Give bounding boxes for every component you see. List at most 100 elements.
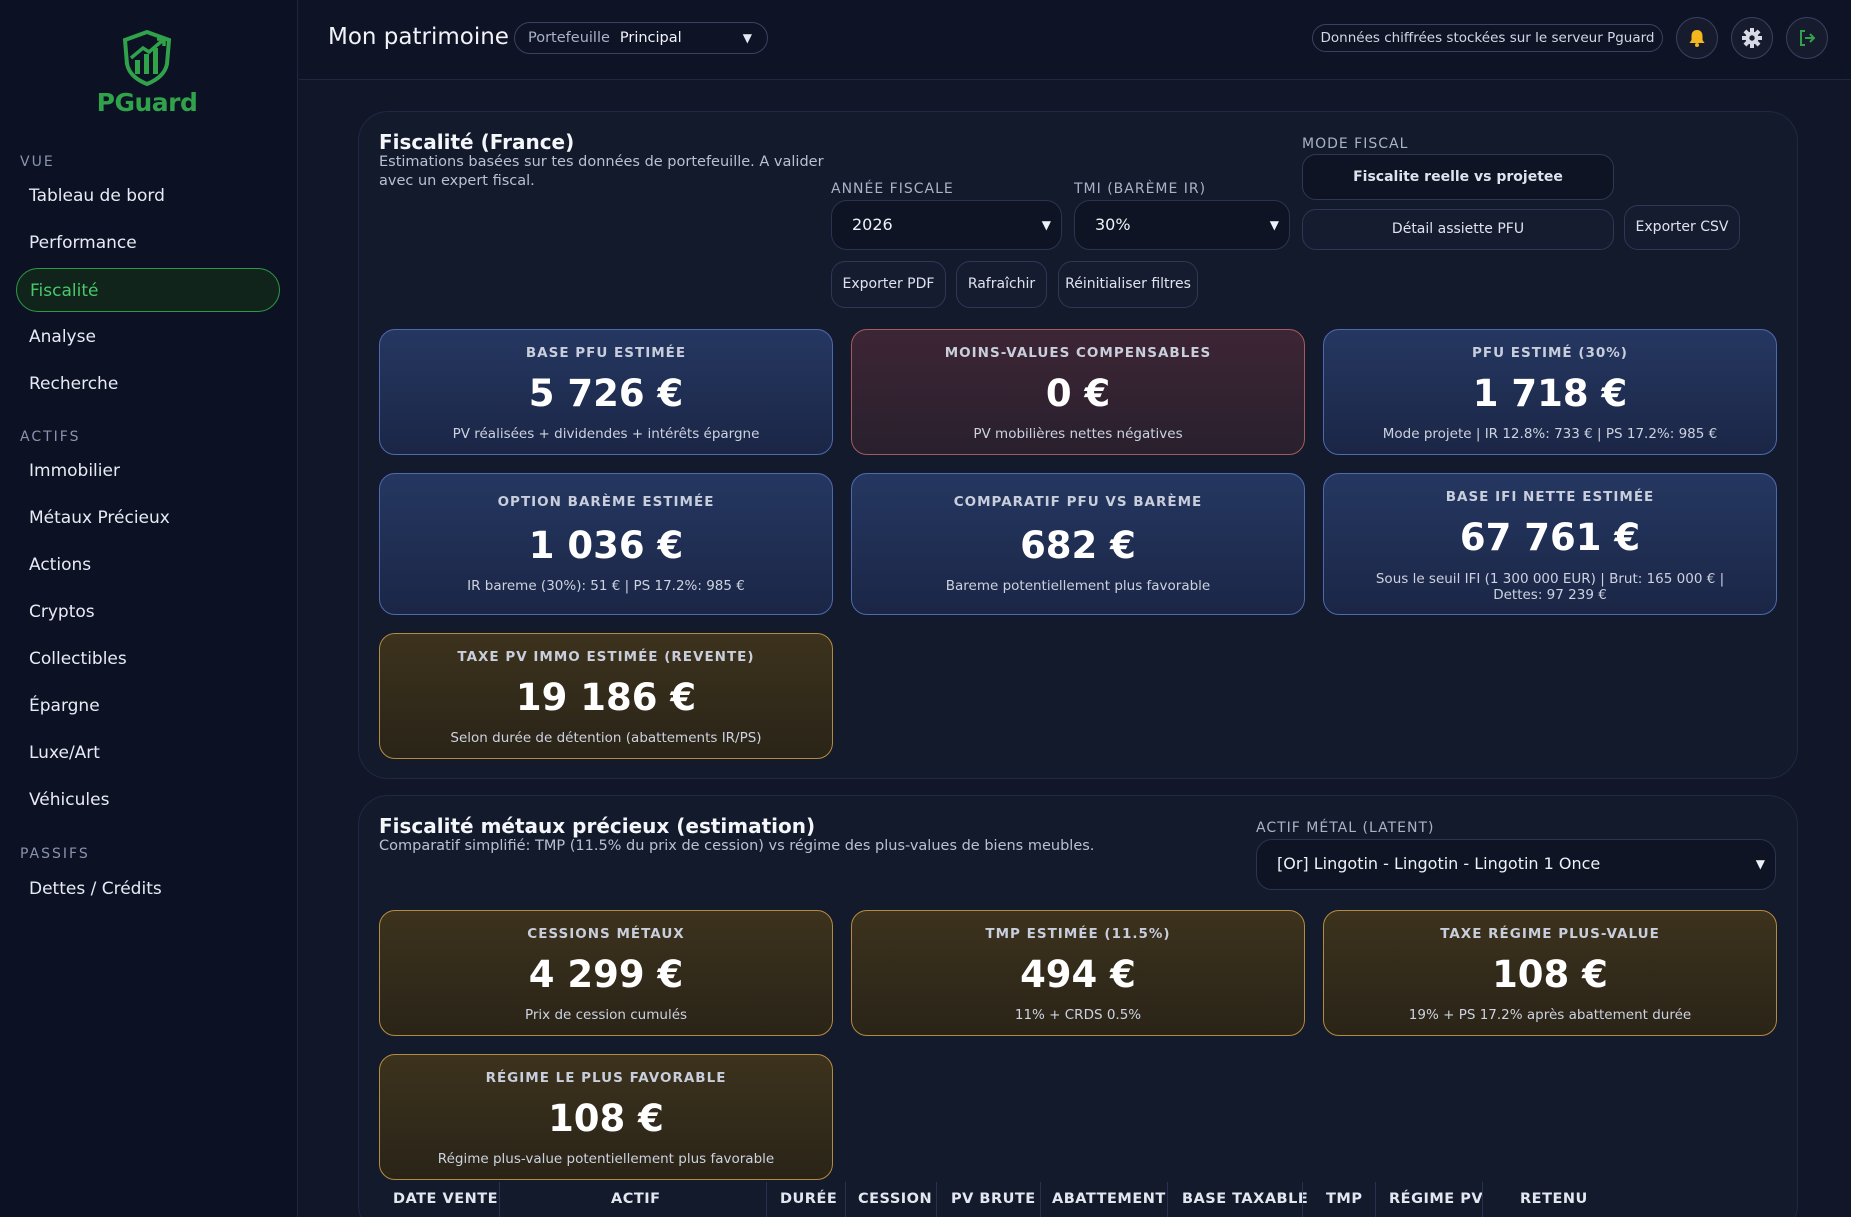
- sidebar-item-epargne[interactable]: Épargne: [16, 684, 280, 728]
- column-divider: [1040, 1182, 1041, 1217]
- column-header[interactable]: BASE TAXABLE: [1182, 1191, 1308, 1207]
- logout-icon: [1800, 30, 1816, 46]
- fiscal-subtitle: Estimations basées sur tes données de po…: [379, 154, 824, 189]
- card-label: BASE IFI NETTE ESTIMÉE: [1445, 489, 1655, 505]
- card-note: Régime plus-value potentiellement plus f…: [437, 1151, 775, 1167]
- app-name: PGuard: [96, 88, 198, 117]
- best-regime-card: RÉGIME LE PLUS FAVORABLE 108 € Régime pl…: [379, 1054, 833, 1180]
- chevron-down-icon: ▼: [1755, 857, 1765, 871]
- pfu-detail-button[interactable]: Détail assiette PFU: [1302, 209, 1614, 250]
- column-header[interactable]: ACTIF: [611, 1191, 661, 1207]
- shield-chart-icon: [122, 30, 172, 86]
- column-header[interactable]: CESSION: [858, 1191, 932, 1207]
- pv-regime-tax-card: TAXE RÉGIME PLUS-VALUE 108 € 19% + PS 17…: [1323, 910, 1777, 1036]
- card-note: Mode projete | IR 12.8%: 733 € | PS 17.2…: [1382, 426, 1718, 442]
- sidebar-item-vehicules[interactable]: Véhicules: [16, 778, 280, 822]
- sidebar-item-collectibles[interactable]: Collectibles: [16, 637, 280, 681]
- tmi-value: 30%: [1095, 215, 1131, 234]
- export-pdf-button[interactable]: Exporter PDF: [831, 261, 946, 308]
- year-label: ANNÉE FISCALE: [831, 181, 954, 197]
- column-divider: [845, 1182, 846, 1217]
- fiscal-mode-toggle-button[interactable]: Fiscalite reelle vs projetee: [1302, 154, 1614, 200]
- card-value: 5 726 €: [528, 372, 684, 415]
- tmp-estimate-card: TMP ESTIMÉE (11.5%) 494 € 11% + CRDS 0.5…: [851, 910, 1305, 1036]
- column-divider: [766, 1182, 767, 1217]
- column-header[interactable]: RÉGIME PV: [1389, 1191, 1483, 1207]
- column-header[interactable]: ABATTEMENT: [1052, 1191, 1166, 1207]
- card-note: Prix de cession cumulés: [524, 1007, 688, 1023]
- card-value: 682 €: [1020, 524, 1136, 567]
- logout-button[interactable]: [1786, 17, 1828, 59]
- pfu-vs-bareme-card: COMPARATIF PFU VS BARÈME 682 € Bareme po…: [851, 473, 1305, 615]
- mode-fiscal-label: MODE FISCAL: [1302, 136, 1409, 152]
- column-divider: [1375, 1182, 1376, 1217]
- column-divider: [1302, 1182, 1303, 1217]
- card-label: MOINS-VALUES COMPENSABLES: [944, 345, 1212, 361]
- column-header[interactable]: PV BRUTE: [951, 1191, 1036, 1207]
- app-logo[interactable]: PGuard: [96, 30, 198, 122]
- card-label: CESSIONS MÉTAUX: [527, 926, 685, 942]
- card-label: TMP ESTIMÉE (11.5%): [985, 926, 1171, 942]
- metal-asset-value: [Or] Lingotin - Lingotin - Lingotin 1 On…: [1277, 854, 1601, 873]
- chevron-down-icon: ▼: [742, 31, 752, 45]
- pfu-estimate-card: PFU ESTIMÉ (30%) 1 718 € Mode projete | …: [1323, 329, 1777, 455]
- metal-asset-select[interactable]: [Or] Lingotin - Lingotin - Lingotin 1 On…: [1256, 839, 1776, 890]
- reset-filters-button[interactable]: Réinitialiser filtres: [1058, 261, 1198, 308]
- sidebar: PGuard VUE Tableau de bord Performance Fisc…: [0, 0, 298, 1217]
- sidebar-item-fiscalite[interactable]: Fiscalité: [16, 268, 280, 312]
- card-note: Selon durée de détention (abattements IR…: [450, 730, 762, 746]
- settings-button[interactable]: [1731, 17, 1773, 59]
- refresh-button[interactable]: Rafraîchir: [956, 261, 1047, 308]
- column-header[interactable]: RETENU: [1520, 1191, 1588, 1207]
- card-value: 4 299 €: [528, 953, 684, 996]
- metals-title: Fiscalité métaux précieux (estimation): [379, 814, 816, 838]
- metal-asset-label: ACTIF MÉTAL (LATENT): [1256, 820, 1435, 836]
- sidebar-item-cryptos[interactable]: Cryptos: [16, 590, 280, 634]
- capital-losses-card: MOINS-VALUES COMPENSABLES 0 € PV mobiliè…: [851, 329, 1305, 455]
- card-label: RÉGIME LE PLUS FAVORABLE: [485, 1070, 727, 1086]
- sidebar-item-tableau-de-bord[interactable]: Tableau de bord: [16, 174, 280, 218]
- sidebar-item-metaux-precieux[interactable]: Métaux Précieux: [16, 496, 280, 540]
- card-note: 11% + CRDS 0.5%: [1014, 1007, 1142, 1023]
- sidebar-section-label: VUE: [20, 154, 55, 170]
- chevron-down-icon: ▼: [1041, 218, 1051, 232]
- portfolio-value: Principal: [619, 30, 682, 46]
- card-note: IR bareme (30%): 51 € | PS 17.2%: 985 €: [467, 578, 745, 594]
- card-value: 67 761 €: [1459, 516, 1641, 559]
- sidebar-item-immobilier[interactable]: Immobilier: [16, 449, 280, 493]
- bareme-option-card: OPTION BARÈME ESTIMÉE 1 036 € IR bareme …: [379, 473, 833, 615]
- column-header[interactable]: DATE VENTE: [393, 1191, 498, 1207]
- pfu-base-card: BASE PFU ESTIMÉE 5 726 € PV réalisées + …: [379, 329, 833, 455]
- ifi-base-card: BASE IFI NETTE ESTIMÉE 67 761 € Sous le …: [1323, 473, 1777, 615]
- chevron-down-icon: ▼: [1269, 218, 1279, 232]
- card-value: 1 718 €: [1472, 372, 1628, 415]
- gear-icon: [1742, 28, 1762, 48]
- export-csv-button[interactable]: Exporter CSV: [1624, 205, 1740, 250]
- column-divider: [936, 1182, 937, 1217]
- column-header[interactable]: TMP: [1326, 1191, 1362, 1207]
- sidebar-item-performance[interactable]: Performance: [16, 221, 280, 265]
- tmi-select[interactable]: 30% ▼: [1074, 200, 1290, 250]
- card-value: 494 €: [1020, 953, 1136, 996]
- card-note: Bareme potentiellement plus favorable: [945, 578, 1211, 594]
- card-note: Sous le seuil IFI (1 300 000 EUR) | Brut…: [1375, 571, 1725, 603]
- sidebar-item-recherche[interactable]: Recherche: [16, 362, 280, 406]
- notifications-button[interactable]: [1676, 17, 1718, 59]
- card-note: PV réalisées + dividendes + intérêts épa…: [452, 426, 760, 442]
- column-header[interactable]: DURÉE: [780, 1191, 837, 1207]
- card-label: PFU ESTIMÉ (30%): [1472, 345, 1628, 361]
- card-label: BASE PFU ESTIMÉE: [525, 345, 687, 361]
- sidebar-item-dettes-credits[interactable]: Dettes / Crédits: [16, 867, 280, 911]
- card-value: 0 €: [1045, 372, 1111, 415]
- bell-icon: [1689, 30, 1705, 47]
- sidebar-item-luxe-art[interactable]: Luxe/Art: [16, 731, 280, 775]
- sidebar-item-analyse[interactable]: Analyse: [16, 315, 280, 359]
- tmi-label: TMI (BARÈME IR): [1074, 181, 1207, 197]
- page-title: Mon patrimoine: [328, 24, 509, 50]
- card-note: 19% + PS 17.2% après abattement durée: [1408, 1007, 1692, 1023]
- year-select[interactable]: 2026 ▼: [831, 200, 1062, 250]
- sidebar-item-actions[interactable]: Actions: [16, 543, 280, 587]
- card-value: 1 036 €: [528, 524, 684, 567]
- portfolio-select[interactable]: Portefeuille Principal ▼: [514, 22, 768, 54]
- column-divider: [499, 1182, 500, 1217]
